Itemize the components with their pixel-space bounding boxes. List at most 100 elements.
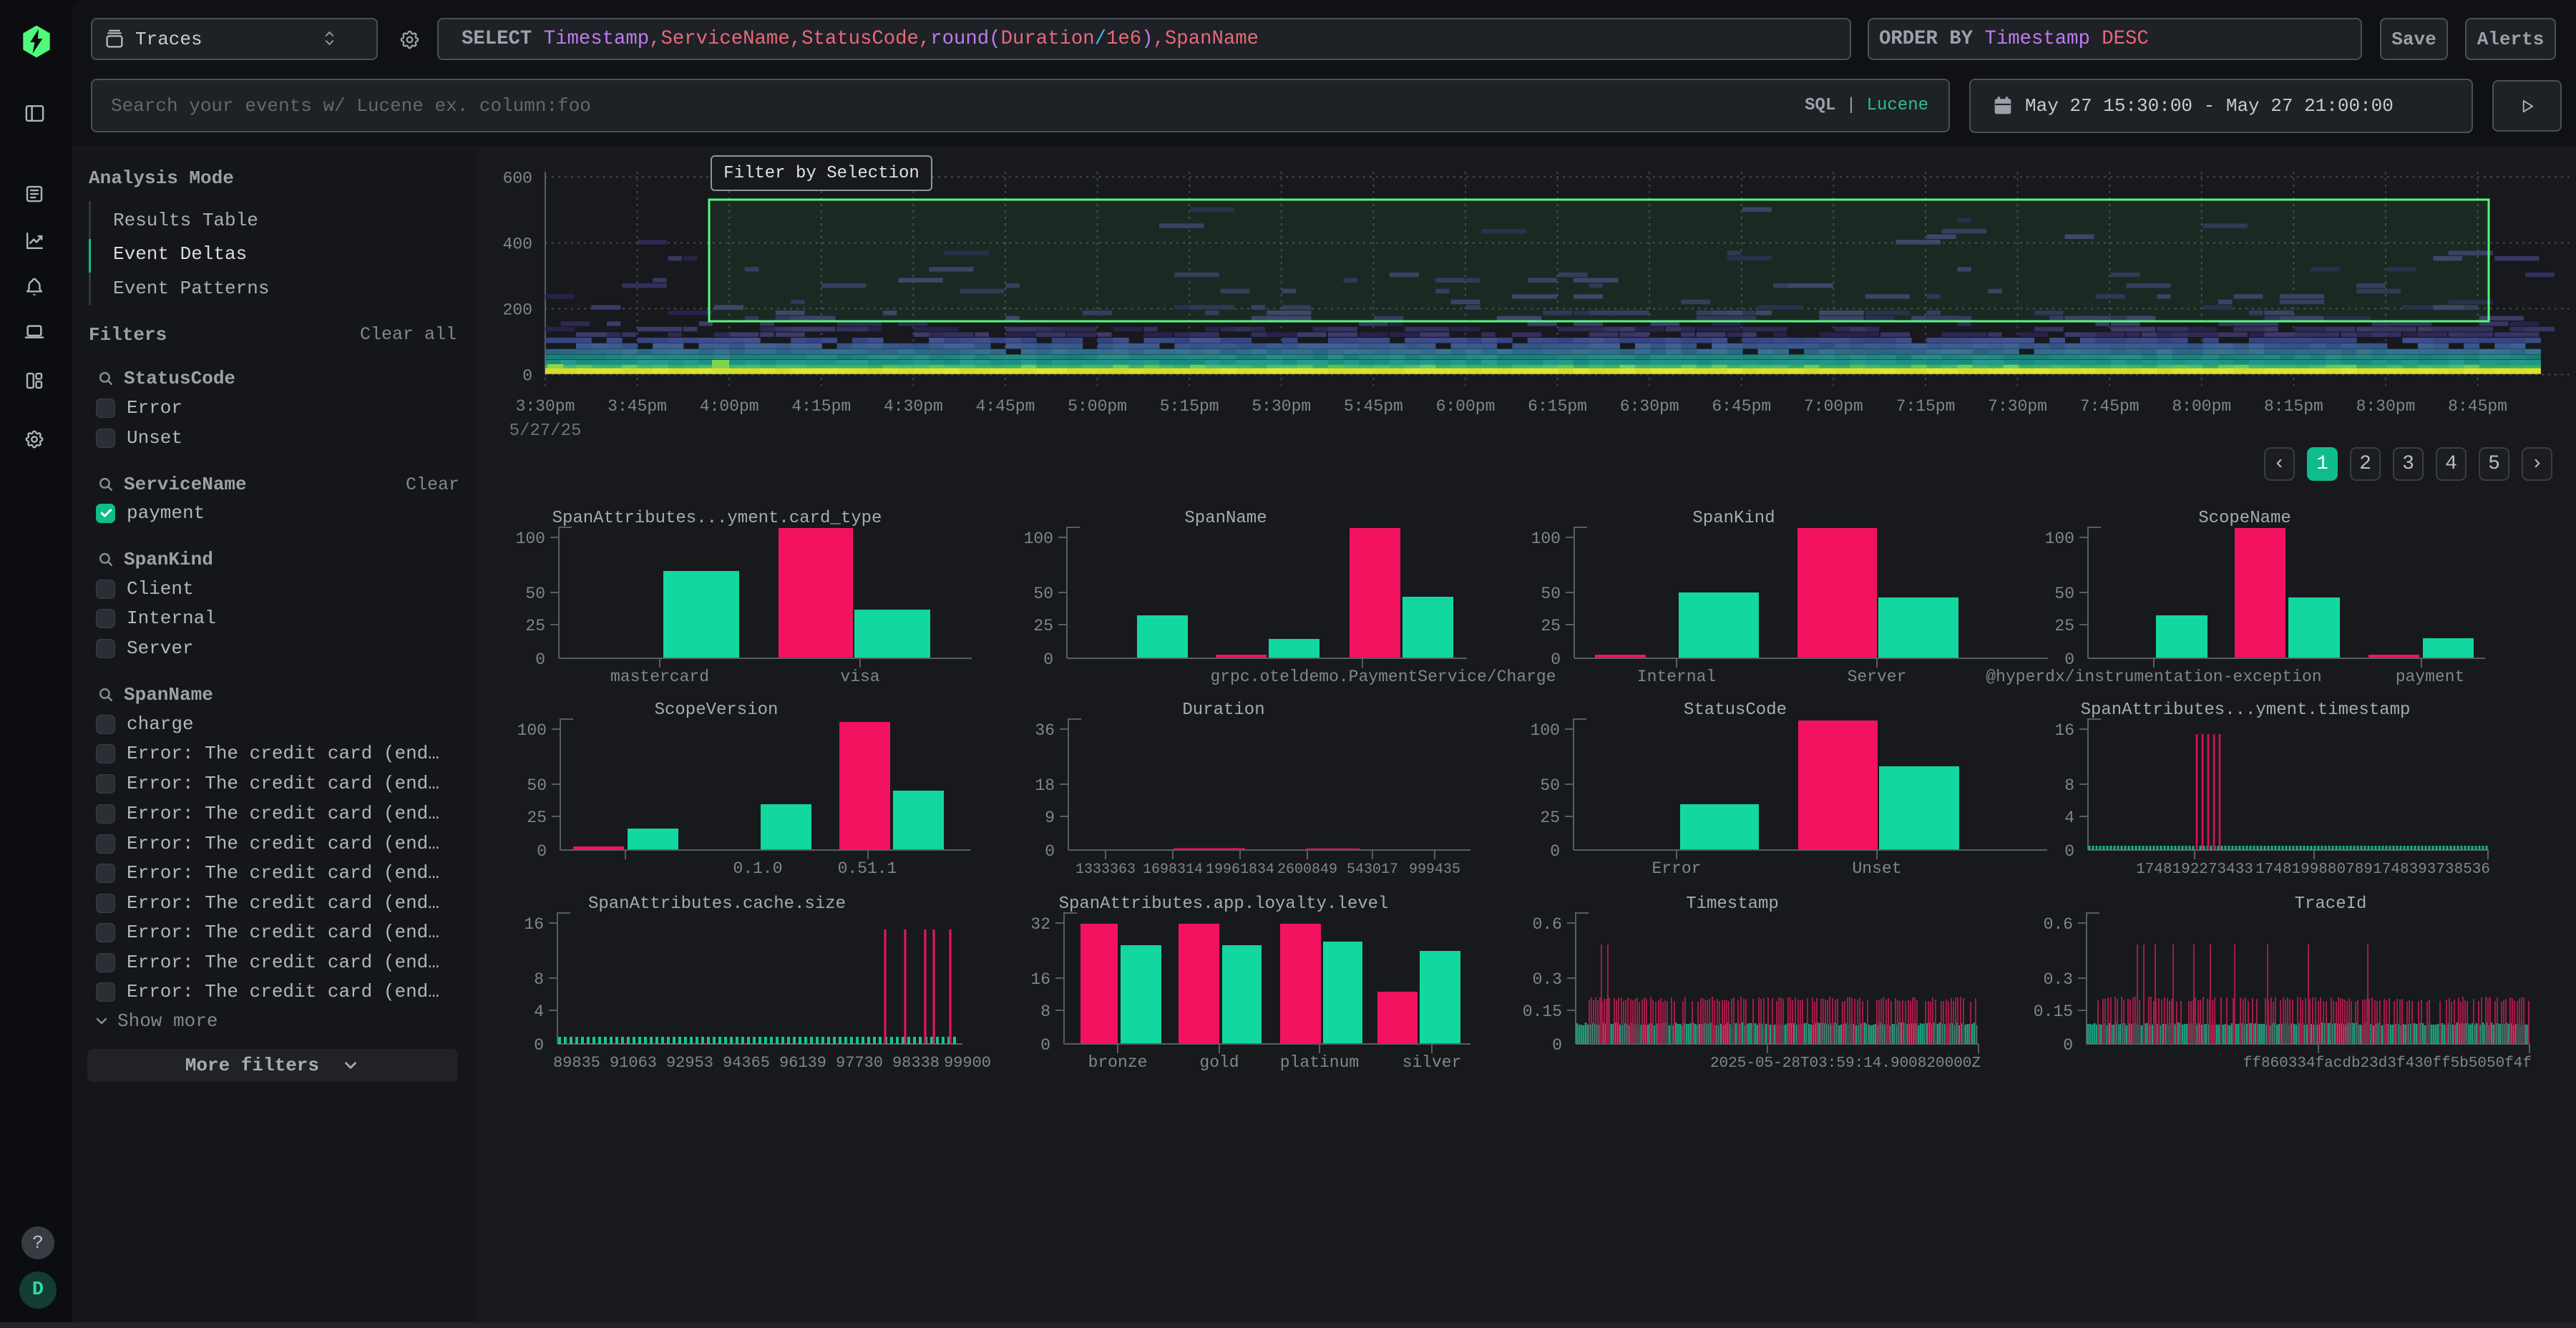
svg-text:100: 100 [1024, 529, 1053, 548]
svg-text:100: 100 [1531, 529, 1561, 548]
svg-text:36: 36 [1035, 721, 1055, 740]
svg-text:50: 50 [2054, 585, 2074, 603]
svg-text:100: 100 [2045, 529, 2074, 548]
svg-text:6:00pm: 6:00pm [1436, 397, 1496, 416]
svg-text:Duration: Duration [1182, 700, 1264, 720]
svg-text:silver: silver [1402, 1053, 1462, 1072]
svg-text:32: 32 [1030, 915, 1050, 934]
svg-text:6:15pm: 6:15pm [1528, 397, 1587, 416]
svg-text:0: 0 [1045, 842, 1055, 861]
svg-text:6:45pm: 6:45pm [1712, 397, 1771, 416]
svg-text:5:15pm: 5:15pm [1160, 397, 1219, 416]
svg-text:25: 25 [1033, 617, 1053, 635]
svg-text:25: 25 [2054, 617, 2074, 635]
svg-text:7:45pm: 7:45pm [2080, 397, 2140, 416]
svg-text:gold: gold [1199, 1053, 1239, 1072]
svg-text:4:00pm: 4:00pm [700, 397, 759, 416]
svg-text:18: 18 [1035, 776, 1055, 795]
svg-text:SpanAttributes.cache.size: SpanAttributes.cache.size [588, 894, 846, 914]
svg-text:SpanAttributes...yment.timesta: SpanAttributes...yment.timestamp [2081, 700, 2411, 720]
svg-text:ScopeName: ScopeName [2198, 509, 2291, 528]
svg-text:94365: 94365 [723, 1054, 770, 1072]
svg-text:1748393738536: 1748393738536 [2373, 861, 2490, 878]
svg-text:0: 0 [522, 366, 532, 385]
svg-text:96139: 96139 [779, 1054, 826, 1072]
svg-text:Error: Error [1652, 859, 1701, 878]
svg-text:0.6: 0.6 [1533, 915, 1562, 934]
svg-text:1748192273433: 1748192273433 [2136, 861, 2253, 878]
svg-text:100: 100 [517, 721, 547, 740]
svg-text:99900: 99900 [944, 1054, 991, 1072]
svg-text:0.15: 0.15 [1523, 1002, 1562, 1021]
svg-text:0.15: 0.15 [2034, 1002, 2073, 1021]
svg-text:7:15pm: 7:15pm [1896, 397, 1956, 416]
svg-text:@hyperdx/instrumentation-excep: @hyperdx/instrumentation-exception [1986, 668, 2321, 686]
svg-text:2600849: 2600849 [1277, 861, 1337, 878]
svg-text:0: 0 [537, 842, 547, 861]
svg-text:0: 0 [1040, 1036, 1050, 1055]
svg-text:25: 25 [527, 809, 547, 827]
svg-text:91063: 91063 [610, 1054, 657, 1072]
svg-text:8: 8 [2064, 776, 2074, 795]
svg-text:visa: visa [840, 668, 879, 686]
svg-text:50: 50 [1541, 585, 1561, 603]
svg-text:Server: Server [1848, 668, 1907, 686]
svg-text:7:00pm: 7:00pm [1804, 397, 1863, 416]
svg-text:0: 0 [1551, 650, 1561, 669]
svg-text:3:45pm: 3:45pm [608, 397, 667, 416]
svg-text:0: 0 [2064, 842, 2074, 861]
svg-text:2025-05-28T03:59:14.900820000Z: 2025-05-28T03:59:14.900820000Z [1710, 1055, 1981, 1072]
svg-text:16: 16 [2054, 721, 2074, 740]
svg-text:ScopeVersion: ScopeVersion [655, 700, 779, 720]
svg-text:100: 100 [1531, 721, 1560, 740]
svg-text:400: 400 [503, 235, 532, 253]
svg-text:SpanKind: SpanKind [1692, 509, 1775, 528]
svg-text:200: 200 [503, 301, 532, 319]
svg-text:8:30pm: 8:30pm [2356, 397, 2416, 416]
svg-text:5:00pm: 5:00pm [1068, 397, 1127, 416]
svg-text:0.6: 0.6 [2044, 915, 2073, 934]
svg-text:4: 4 [2064, 809, 2074, 827]
svg-text:StatusCode: StatusCode [1684, 700, 1787, 720]
svg-text:100: 100 [516, 529, 545, 548]
svg-text:platinum: platinum [1280, 1053, 1359, 1072]
svg-text:0: 0 [1550, 842, 1560, 861]
svg-text:50: 50 [1033, 585, 1053, 603]
svg-text:bronze: bronze [1088, 1053, 1148, 1072]
svg-text:0: 0 [534, 1036, 544, 1055]
svg-text:50: 50 [1540, 776, 1560, 795]
svg-text:Timestamp: Timestamp [1686, 894, 1779, 914]
svg-text:4:30pm: 4:30pm [884, 397, 943, 416]
svg-text:25: 25 [1541, 617, 1561, 635]
svg-text:7:30pm: 7:30pm [1988, 397, 2047, 416]
svg-text:97730: 97730 [836, 1054, 883, 1072]
svg-text:1333363: 1333363 [1075, 861, 1136, 878]
svg-text:600: 600 [503, 169, 532, 187]
svg-text:0: 0 [2063, 1036, 2073, 1055]
svg-text:TraceId: TraceId [2295, 894, 2367, 914]
svg-text:8: 8 [1040, 1002, 1050, 1021]
svg-text:ff860334facdb23d3f430ff5b5050f: ff860334facdb23d3f430ff5b5050f4f [2243, 1055, 2532, 1072]
svg-text:0: 0 [1552, 1036, 1562, 1055]
svg-text:0.1.0: 0.1.0 [733, 859, 782, 878]
svg-text:SpanAttributes.app.loyalty.lev: SpanAttributes.app.loyalty.level [1059, 894, 1389, 914]
svg-text:4:15pm: 4:15pm [791, 397, 851, 416]
svg-text:4:45pm: 4:45pm [976, 397, 1035, 416]
svg-text:SpanAttributes...yment.card_ty: SpanAttributes...yment.card_type [552, 509, 882, 528]
svg-text:0: 0 [1043, 650, 1053, 669]
svg-text:8:45pm: 8:45pm [2448, 397, 2507, 416]
svg-text:50: 50 [525, 585, 545, 603]
svg-text:8: 8 [534, 970, 544, 989]
svg-text:payment: payment [2396, 668, 2465, 686]
svg-text:Unset: Unset [1852, 859, 1901, 878]
svg-text:92953: 92953 [666, 1054, 713, 1072]
svg-text:16: 16 [1030, 970, 1050, 989]
svg-text:8:00pm: 8:00pm [2172, 397, 2231, 416]
svg-text:5/27/25: 5/27/25 [509, 421, 582, 441]
svg-text:16: 16 [524, 915, 544, 934]
svg-text:5:45pm: 5:45pm [1344, 397, 1403, 416]
svg-text:8:15pm: 8:15pm [2264, 397, 2323, 416]
svg-text:9: 9 [1045, 809, 1055, 827]
svg-text:19961834: 19961834 [1206, 861, 1274, 878]
svg-text:Internal: Internal [1637, 668, 1716, 686]
